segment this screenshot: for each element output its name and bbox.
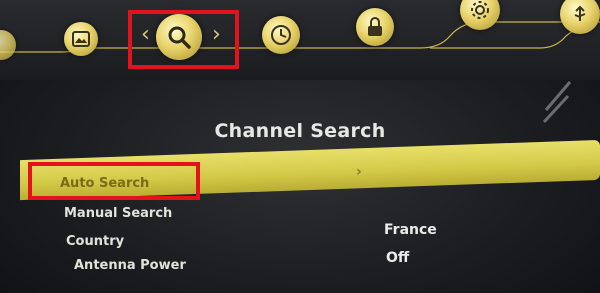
menu-tab-bar: ‹ › [0,0,600,80]
clock-icon [269,23,293,47]
settings-icon [469,0,491,21]
tab-lock[interactable] [356,8,394,46]
usb-icon [571,5,589,23]
menu-item-country[interactable]: Country [66,234,124,249]
page-title: Channel Search [214,120,386,142]
chevron-right-icon[interactable]: › [356,164,362,180]
menu-item-manual-search[interactable]: Manual Search [64,206,172,221]
picture-icon [72,31,90,47]
antenna-power-value[interactable]: Off [386,250,409,266]
tv-screen: ‹ › Channel Search Auto Search › Manual … [0,0,600,293]
tab-time[interactable] [262,16,300,54]
lock-icon [365,16,385,38]
tab-picture[interactable] [64,22,98,56]
country-value[interactable]: France [384,222,437,238]
menu-item-antenna-power[interactable]: Antenna Power [74,258,186,273]
search-tab-focus-marker [128,10,239,69]
auto-search-focus-marker [28,162,200,200]
